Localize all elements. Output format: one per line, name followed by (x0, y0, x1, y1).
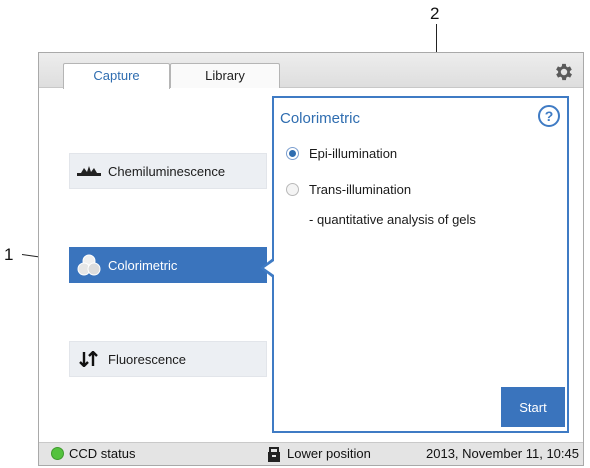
date-time: 2013, November 11, 10:45 (426, 446, 579, 461)
status-dot-icon (51, 447, 64, 460)
option-trans-illumination[interactable]: Trans-illumination (286, 182, 411, 197)
chemiluminescence-icon (74, 165, 104, 177)
colorimetric-options-panel: Colorimetric ? Epi-illumination Trans-il… (272, 96, 569, 433)
colorimetric-label: Colorimetric (108, 257, 178, 273)
ccd-status-label: CCD status (69, 446, 136, 461)
colorimetric-button[interactable]: Colorimetric (69, 247, 267, 283)
radio-selected-icon[interactable] (286, 147, 299, 160)
option-epi-label: Epi-illumination (309, 146, 398, 161)
trans-illumination-note: - quantitative analysis of gels (309, 212, 476, 227)
chemiluminescence-button[interactable]: Chemiluminescence (69, 153, 267, 189)
chemiluminescence-label: Chemiluminescence (108, 163, 226, 179)
status-bar: CCD status Lower position 2013, November… (39, 442, 583, 465)
option-epi-illumination[interactable]: Epi-illumination (286, 146, 397, 161)
gear-icon[interactable] (553, 61, 575, 83)
top-bar: Capture Library (39, 53, 583, 89)
lock-icon (268, 447, 280, 462)
option-trans-label: Trans-illumination (309, 182, 412, 197)
tab-capture[interactable]: Capture (63, 63, 170, 89)
callout-number-2: 2 (430, 4, 440, 23)
start-button[interactable]: Start (501, 387, 565, 427)
fluorescence-button[interactable]: Fluorescence (69, 341, 267, 377)
fluorescence-icon (74, 351, 104, 367)
callout-number-1: 1 (4, 245, 14, 264)
tab-library[interactable]: Library (170, 63, 280, 88)
help-icon[interactable]: ? (538, 105, 560, 127)
panel-pointer-fill (264, 261, 274, 275)
position-status-label: Lower position (287, 446, 371, 461)
panel-title: Colorimetric (280, 110, 361, 127)
fluorescence-label: Fluorescence (108, 351, 187, 367)
colorimetric-icon (74, 254, 104, 276)
device-screen: Capture Library Chemiluminescence Colori… (38, 52, 584, 466)
radio-unselected-icon[interactable] (286, 183, 299, 196)
